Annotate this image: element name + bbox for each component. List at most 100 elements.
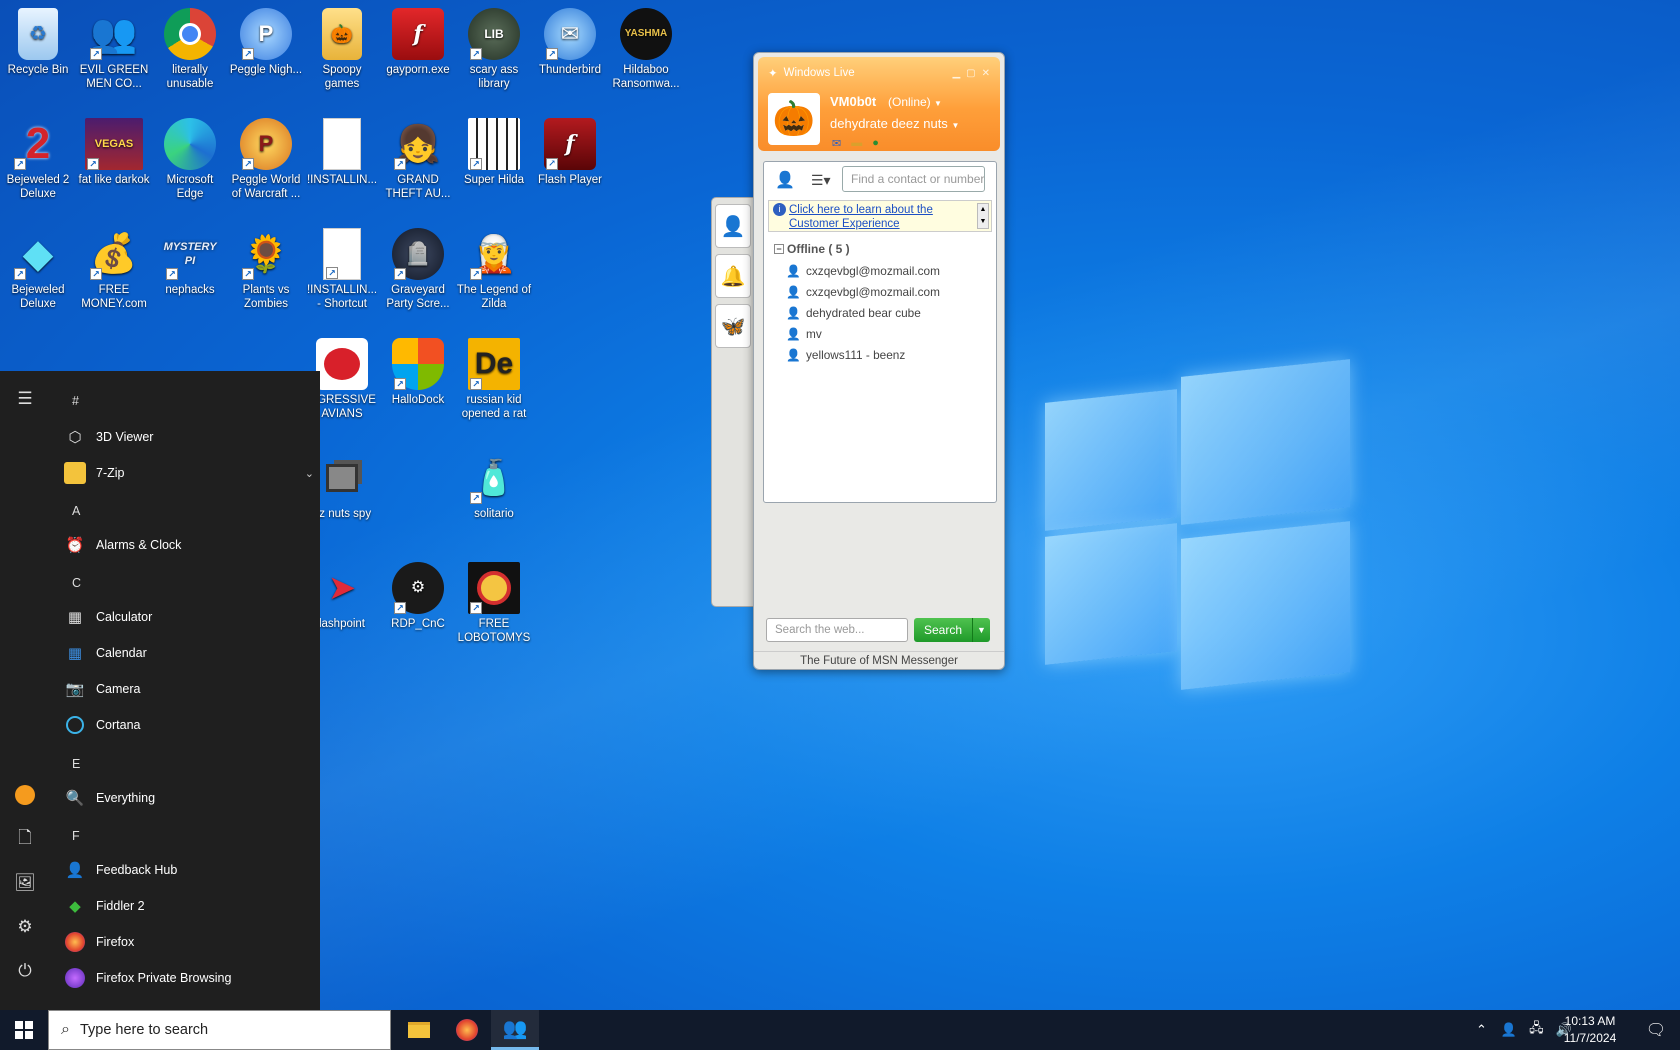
calendar-icon: ▦ (67, 645, 83, 662)
desktop-icon-hallodock[interactable]: ↗ HalloDock (380, 338, 456, 407)
taskbar-messenger[interactable]: 👥 (491, 1010, 539, 1050)
desktop-icon-russian-kid[interactable]: De ↗ russian kid opened a rat (456, 338, 532, 421)
contact-item[interactable]: 👤 yellows111 - beenz (786, 348, 905, 362)
notice-scrollbar[interactable]: ▲ ▼ (977, 203, 989, 229)
desktop-icon-microsoft-edge[interactable]: Microsoft Edge (152, 118, 228, 201)
app-3d-viewer[interactable]: ⬡ 3D Viewer (64, 421, 314, 453)
minimize-icon[interactable]: ▁ (952, 68, 960, 79)
chevron-down-icon[interactable]: ⌄ (305, 467, 314, 480)
desktop-icon-plants-vs-zombies[interactable]: 🌻 ↗ Plants vs Zombies (228, 228, 304, 311)
desktop-icon-peggle-nights[interactable]: P ↗ Peggle Nigh... (228, 8, 304, 77)
action-center-button[interactable]: 🗨 (1632, 1010, 1680, 1050)
desktop-icon-literally-unusable[interactable]: literally unusable (152, 8, 228, 91)
butterfly-tab[interactable]: 🦋 (715, 304, 751, 348)
taskbar-search-box[interactable]: ⌕ Type here to search (48, 1010, 391, 1050)
start-button[interactable] (0, 1010, 48, 1050)
contacts-tab[interactable]: 👤 (715, 204, 751, 248)
offline-person-icon: 👤 (786, 264, 801, 278)
desktop-icon-scary-ass-library[interactable]: LIB ↗ scary ass library (456, 8, 532, 91)
firefox-icon (64, 931, 86, 953)
section-header[interactable]: A (72, 504, 80, 518)
desktop-icon-super-hilda[interactable]: ↗ Super Hilda (456, 118, 532, 187)
desktop-icon-rdp-cnc[interactable]: ⚙ ↗ RDP_CnC (380, 562, 456, 631)
desktop-icon-recycle-bin[interactable]: ♻ Recycle Bin (0, 8, 76, 77)
desktop-icon-flash-player[interactable]: f ↗ Flash Player (532, 118, 608, 187)
desktop-icon-bejeweled-deluxe[interactable]: ◆ ↗ Bejeweled Deluxe (0, 228, 76, 311)
maximize-icon[interactable]: ▢ (966, 68, 975, 79)
contact-item[interactable]: 👤 mv (786, 327, 822, 341)
section-header[interactable]: # (72, 394, 79, 408)
desktop-icon-bejeweled-2[interactable]: 2 ↗ Bejeweled 2 Deluxe (0, 118, 76, 201)
documents-icon[interactable]: 🗋 (0, 817, 50, 861)
add-contact-icon[interactable]: 👤 (775, 170, 795, 190)
desktop-icon-hildaboo-ransomware[interactable]: YASHMA Hildaboo Ransomwa... (608, 8, 684, 91)
desktop-icon-solitario[interactable]: 🧴 ↗ solitario (456, 452, 532, 521)
customer-experience-link[interactable]: Click here to learn about the Customer E… (789, 203, 974, 231)
app-firefox[interactable]: Firefox (64, 926, 314, 958)
app-fiddler-2[interactable]: ◆ Fiddler 2 (64, 890, 314, 922)
contact-item[interactable]: 👤 cxzqevbgl@mozmail.com (786, 264, 940, 278)
settings-icon[interactable]: ⚙ (0, 905, 50, 949)
hamburger-icon[interactable]: ☰ (0, 377, 50, 421)
contact-item[interactable]: 👤 dehydrated bear cube (786, 306, 921, 320)
spaces-icon[interactable]: ● (872, 137, 879, 150)
app-everything[interactable]: 🔍 Everything (64, 782, 314, 814)
desktop-icon-label: nephacks (165, 284, 215, 296)
search-placeholder: Type here to search (79, 1022, 209, 1038)
web-search-input[interactable]: Search the web... (766, 618, 908, 642)
avatar[interactable]: 🎃 (768, 93, 820, 145)
desktop-icon-thunderbird[interactable]: ✉ ↗ Thunderbird (532, 8, 608, 77)
chevron-up-icon[interactable]: ⌃ (1476, 1022, 1487, 1038)
user-avatar-icon[interactable] (0, 773, 50, 817)
desktop-icon-peggle-wow[interactable]: P ↗ Peggle World of Warcraft ... (228, 118, 304, 201)
taskbar-firefox[interactable] (443, 1010, 491, 1050)
section-header[interactable]: E (72, 757, 80, 771)
desktop-icon-evil-green-men[interactable]: 👥 ↗ EVIL GREEN MEN CO... (76, 8, 152, 91)
list-view-icon[interactable]: ☰▾ (811, 172, 831, 189)
desktop-icon-graveyard-party[interactable]: 🪦 ↗ Graveyard Party Scre... (380, 228, 456, 311)
mail-icon[interactable]: ✉ (832, 137, 841, 150)
wlm-title-bar: ✦ Windows Live ▁ ▢ ✕ (768, 65, 990, 81)
status-dropdown[interactable]: (Online) ▼ (888, 95, 942, 109)
desktop-icon-fat-like-darkok[interactable]: VEGAS ↗ fat like darkok (76, 118, 152, 187)
bejeweled-2-icon: 2 ↗ (12, 118, 64, 170)
taskbar-file-explorer[interactable] (395, 1010, 443, 1050)
section-header[interactable]: C (72, 576, 81, 590)
app-calendar[interactable]: ▦ Calendar (64, 637, 314, 669)
desktop-icon-free-lobotomys[interactable]: ↗ FREE LOBOTOMYS (456, 562, 532, 645)
personal-message[interactable]: dehydrate deez nuts ▼ (830, 116, 959, 131)
folder-icon[interactable]: ▬ (851, 137, 862, 150)
desktop-icon-gta[interactable]: 👧 ↗ GRAND THEFT AU... (380, 118, 456, 201)
desktop-icon-free-money[interactable]: 💰 ↗ FREE MONEY.com (76, 228, 152, 311)
quick-icons: ✉ ▬ ● (832, 137, 879, 150)
desktop-icon-gayporn-exe[interactable]: f gayporn.exe (380, 8, 456, 77)
close-icon[interactable]: ✕ (982, 68, 990, 79)
pictures-icon[interactable]: 🖼 (0, 861, 50, 905)
find-contact-input[interactable]: Find a contact or number (842, 166, 985, 192)
desktop-icon-nephacks[interactable]: MYSTERY PI ↗ nephacks (152, 228, 228, 297)
app-firefox-private[interactable]: Firefox Private Browsing (64, 962, 314, 994)
display-name[interactable]: VM0b0t (830, 94, 876, 109)
contact-item[interactable]: 👤 cxzqevbgl@mozmail.com (786, 285, 940, 299)
power-icon[interactable]: ⏻ (0, 949, 50, 993)
app-camera[interactable]: 📷 Camera (64, 673, 314, 705)
app-feedback-hub[interactable]: 👤 Feedback Hub (64, 854, 314, 886)
wlm-side-tabs: 👤 🔔 🦋 (711, 197, 755, 607)
taskbar-clock[interactable]: 10:13 AM 11/7/2024 (1555, 1013, 1625, 1047)
network-icon[interactable]: 🖧 (1529, 1019, 1544, 1041)
desktop-icon-legend-of-zilda[interactable]: 🧝 ↗ The Legend of Zilda (456, 228, 532, 311)
bell-icon: 🔔 (720, 265, 746, 288)
desktop-icon-installing-shortcut[interactable]: ↗ !INSTALLIN... - Shortcut (304, 228, 380, 311)
app-calculator[interactable]: ▦ Calculator (64, 601, 314, 633)
app-alarms-clock[interactable]: ⏰ Alarms & Clock (64, 529, 314, 561)
app-cortana[interactable]: Cortana (64, 709, 314, 741)
desktop-icon-installing[interactable]: !INSTALLIN... (304, 118, 380, 187)
offline-group-header[interactable]: − Offline ( 5 ) (774, 242, 850, 256)
section-header[interactable]: F (72, 829, 80, 843)
app-7zip[interactable]: 7-Zip ⌄ (64, 457, 314, 489)
alerts-tab[interactable]: 🔔 (715, 254, 751, 298)
messenger-tray-icon[interactable]: 👤 (1501, 1022, 1517, 1038)
desktop-icon-spoopy-games[interactable]: 🎃 Spoopy games (304, 8, 380, 91)
search-dropdown-button[interactable]: ▼ (972, 618, 990, 642)
search-button[interactable]: Search (914, 618, 972, 642)
